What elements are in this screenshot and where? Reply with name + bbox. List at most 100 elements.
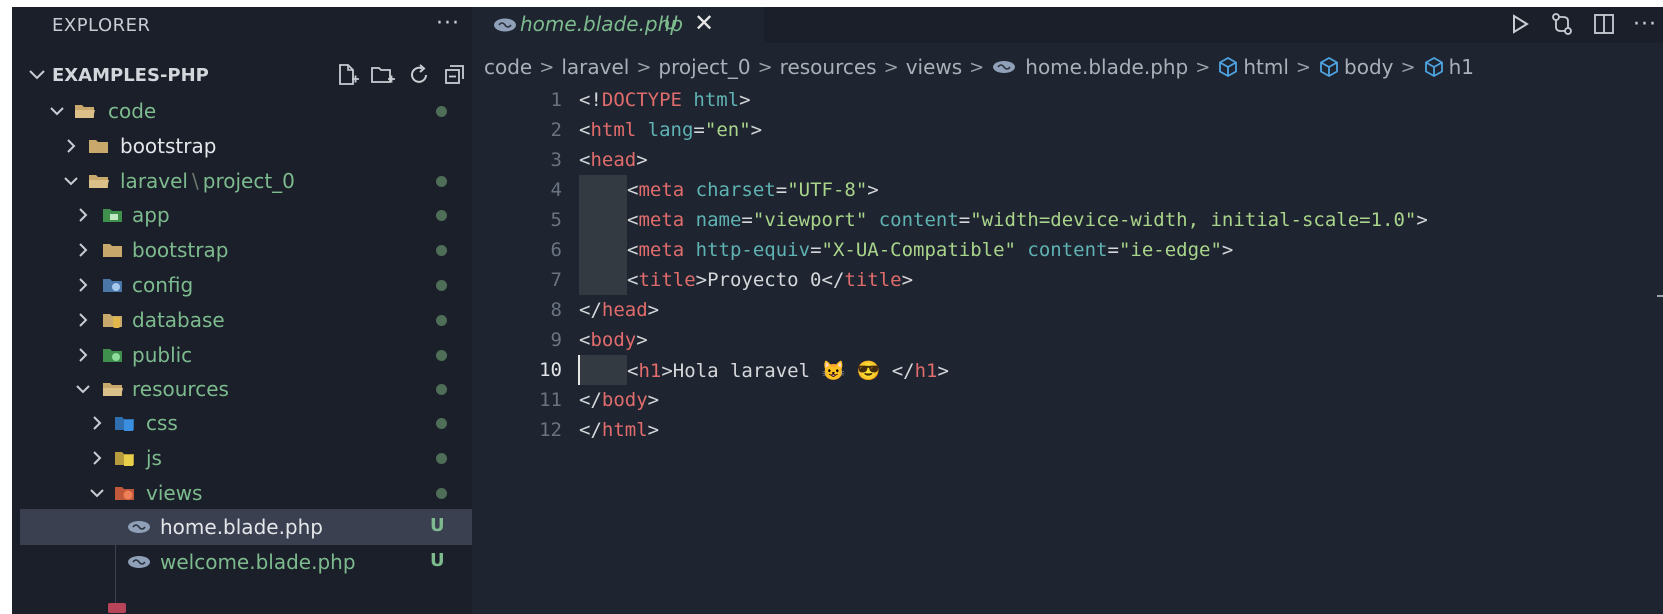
tree-item-label: views (146, 481, 203, 505)
tree-item-label: laravel \ project_0 (120, 169, 295, 193)
code-line[interactable]: 9 <body> (472, 325, 1663, 355)
code-text: <!DOCTYPE html> (579, 89, 751, 111)
code-line[interactable]: 3 <head> (472, 145, 1663, 175)
modified-dot (436, 350, 447, 361)
refresh-icon[interactable] (406, 62, 432, 88)
new-file-icon[interactable] (334, 62, 360, 88)
modified-dot (436, 384, 447, 395)
breadcrumb-symbol[interactable]: body (1318, 55, 1393, 79)
folder-icon (89, 140, 108, 153)
code-text: </body> (579, 389, 660, 411)
indent-highlight (579, 265, 627, 295)
tree-item-label: config (132, 273, 194, 297)
code-line[interactable]: 11 </body> (472, 385, 1663, 415)
breadcrumb-symbol[interactable]: h1 (1423, 55, 1474, 79)
project-name: EXAMPLES-PHP (52, 64, 209, 86)
tree-item-label: js (146, 446, 162, 470)
tree-item-home-blade[interactable]: home.blade.php U (20, 509, 472, 545)
blade-file-icon (993, 61, 1016, 73)
modified-dot (436, 453, 447, 464)
code-line[interactable]: 1 <!DOCTYPE html> (472, 85, 1663, 115)
blade-file-icon (128, 556, 150, 568)
line-number: 1 (550, 89, 562, 111)
tree-item-app[interactable]: app (12, 197, 472, 233)
breadcrumb-item[interactable]: project_0 (658, 55, 750, 79)
tree-item-public[interactable]: public (12, 337, 472, 373)
tree-item-label: bootstrap (120, 134, 217, 158)
code-text: <head> (579, 149, 648, 171)
tree-item-label: resources (132, 377, 229, 401)
code-text: <meta name="viewport" content="width=dev… (627, 209, 1428, 231)
code-line[interactable]: 2 <html lang="en"> (472, 115, 1663, 145)
explorer-panel: EXPLORER ··· EXAMPLES-PHP code bootstrap… (12, 7, 472, 614)
code-line[interactable]: 5 <meta name="viewport" content="width=d… (472, 205, 1663, 235)
code-text: <meta http-equiv="X-UA-Compatible" conte… (627, 239, 1234, 261)
tree-item-code[interactable]: code (12, 93, 472, 129)
line-number: 6 (550, 239, 562, 261)
symbol-element-icon (1219, 56, 1238, 78)
explorer-more-icon[interactable]: ··· (436, 11, 460, 36)
breadcrumb-item[interactable]: views (906, 55, 962, 79)
compare-changes-icon[interactable] (1549, 9, 1575, 39)
tree-item-views[interactable]: views (12, 475, 472, 511)
breadcrumb-symbol[interactable]: html (1217, 55, 1289, 79)
tree-item-database[interactable]: database (12, 302, 472, 338)
more-actions-icon[interactable]: ··· (1633, 12, 1657, 37)
vscode-window: EXPLORER ··· EXAMPLES-PHP code bootstrap… (12, 7, 1663, 614)
code-line[interactable]: 7 <title>Proyecto 0</title> (472, 265, 1663, 295)
indent-highlight (579, 235, 627, 265)
breadcrumb-separator-icon: > (539, 56, 555, 78)
tree-item-label: public (132, 343, 193, 367)
code-line-active[interactable]: 10 <h1>Hola laravel 😺 😎 </h1> (472, 355, 1663, 385)
modified-dot (436, 210, 447, 221)
collapse-all-icon[interactable] (442, 62, 468, 88)
views-folder-icon (115, 487, 134, 500)
tab-home-blade[interactable]: home.blade.php U ✕ (472, 7, 764, 43)
breadcrumb-item[interactable]: laravel (561, 55, 629, 79)
modified-dot (436, 280, 447, 291)
tree-item-label: bootstrap (132, 238, 229, 262)
line-number: 9 (550, 329, 562, 351)
breadcrumb-item[interactable]: code (484, 55, 532, 79)
tab-bar: home.blade.php U ✕ ··· (472, 7, 1663, 43)
tree-item-bootstrap[interactable]: bootstrap (12, 128, 472, 164)
close-icon[interactable]: ✕ (694, 9, 714, 37)
chevron-right-icon (79, 348, 88, 362)
tab-untracked-badge: U (664, 12, 678, 34)
tree-item-welcome-blade[interactable]: welcome.blade.php U (12, 544, 472, 580)
tree-item-bootstrap-inner[interactable]: bootstrap (12, 232, 472, 268)
code-line[interactable]: 6 <meta http-equiv="X-UA-Compatible" con… (472, 235, 1663, 265)
chevron-right-icon (79, 278, 88, 292)
tree-item-laravel-project[interactable]: laravel \ project_0 (12, 163, 472, 199)
run-icon[interactable] (1507, 9, 1533, 39)
indent-highlight (579, 355, 627, 385)
code-line[interactable]: 8 </head> (472, 295, 1663, 325)
new-folder-icon[interactable] (370, 62, 396, 88)
tree-item-js[interactable]: js (12, 440, 472, 476)
code-line[interactable]: 4 <meta charset="UTF-8"> (472, 175, 1663, 205)
breadcrumb: code > laravel > project_0 > resources >… (472, 51, 1474, 83)
tree-item-resources[interactable]: resources (12, 371, 472, 407)
tree-item-label: database (132, 308, 225, 332)
tree-item-config[interactable]: config (12, 267, 472, 303)
line-number: 2 (550, 119, 562, 141)
chevron-down-icon (64, 177, 78, 186)
indent-highlight (579, 205, 627, 235)
code-text: </html> (579, 419, 660, 441)
chevron-down-icon (50, 107, 64, 116)
breadcrumb-file[interactable]: home.blade.php (991, 55, 1188, 79)
modified-dot (436, 106, 447, 117)
split-editor-icon[interactable] (1591, 9, 1617, 39)
breadcrumb-item[interactable]: resources (780, 55, 877, 79)
line-number: 10 (539, 359, 562, 381)
code-line[interactable]: 12 </html> (472, 415, 1663, 445)
folder-icon (103, 244, 122, 257)
partial-file-icon (108, 603, 126, 613)
explorer-header: EXPLORER ··· (12, 7, 472, 43)
project-section-header[interactable]: EXAMPLES-PHP (12, 58, 472, 92)
css-folder-icon (115, 417, 134, 431)
breadcrumb-separator-icon: > (1195, 56, 1211, 78)
tree-item-css[interactable]: css (12, 405, 472, 441)
tree-item-label: home.blade.php (160, 515, 323, 539)
untracked-badge: U (430, 550, 445, 571)
